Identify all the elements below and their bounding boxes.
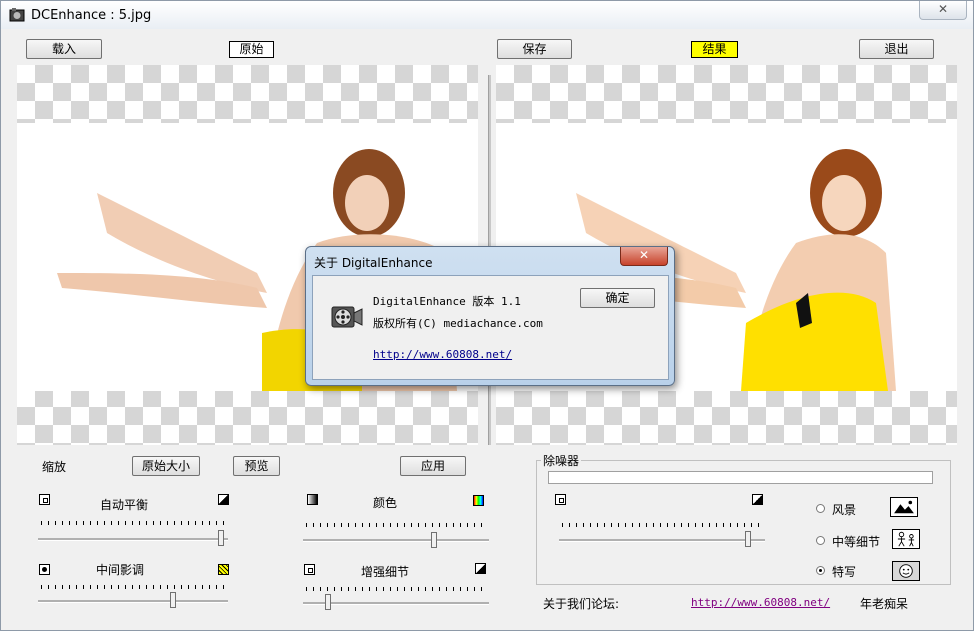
- midtone-track: [38, 600, 228, 603]
- midtone-max-icon: [218, 564, 229, 575]
- zoom-label: 缩放: [42, 460, 67, 474]
- enhance-detail-label: 增强细节: [361, 565, 410, 579]
- title-bar: DCEnhance : 5.jpg ✕: [1, 1, 973, 29]
- dialog-link[interactable]: http://www.60808.net/: [373, 348, 512, 361]
- enhance-detail-track: [303, 602, 489, 605]
- auto-balance-track: [38, 538, 228, 541]
- denoise-bar: [548, 471, 933, 484]
- original-size-button[interactable]: 原始大小: [132, 456, 200, 476]
- denoise-max-icon: [752, 494, 763, 505]
- landscape-icon: [890, 497, 918, 517]
- denoise-min-icon: [555, 494, 566, 505]
- color-label: 颜色: [373, 496, 398, 510]
- enhance-detail-min-icon: [304, 564, 315, 575]
- film-reel-icon: [331, 306, 363, 328]
- radio-closeup[interactable]: [816, 566, 825, 575]
- dialog-ok-button[interactable]: 确定: [580, 288, 655, 308]
- color-max-icon: [473, 495, 484, 506]
- author-label: 年老痴呆: [860, 597, 909, 611]
- auto-balance-min-icon: [39, 494, 50, 505]
- midtone-thumb[interactable]: [170, 592, 177, 608]
- dialog-close-button[interactable]: ✕: [620, 247, 668, 266]
- denoise-group-label: 除噪器: [541, 452, 582, 469]
- midtone-label: 中间影调: [96, 563, 145, 577]
- load-button[interactable]: 载入: [26, 39, 102, 59]
- apply-button[interactable]: 应用: [400, 456, 466, 476]
- denoise-thumb[interactable]: [745, 531, 751, 547]
- close-button[interactable]: ✕: [919, 1, 967, 20]
- about-dialog: 关于 DigitalEnhance ✕ DigitalEnhance 版本 1.…: [305, 246, 675, 386]
- enhance-detail-ticks: [306, 587, 488, 591]
- enhance-detail-max-icon: [475, 563, 486, 574]
- app-icon: [9, 8, 25, 22]
- color-ticks: [306, 523, 488, 527]
- enhance-detail-thumb[interactable]: [324, 594, 331, 610]
- save-button[interactable]: 保存: [497, 39, 572, 59]
- face-icon: [892, 561, 920, 581]
- color-min-icon: [307, 494, 318, 505]
- window-title: DCEnhance : 5.jpg: [31, 8, 152, 23]
- dialog-copyright-text: 版权所有(C) mediachance.com: [373, 317, 543, 330]
- exit-button[interactable]: 退出: [859, 39, 934, 59]
- auto-balance-label: 自动平衡: [100, 498, 149, 512]
- forum-label: 关于我们论坛:: [543, 597, 620, 611]
- dialog-version-text: DigitalEnhance 版本 1.1: [373, 295, 521, 308]
- radio-closeup-label[interactable]: 特写: [832, 563, 856, 580]
- forum-link[interactable]: http://www.60808.net/: [691, 596, 830, 609]
- radio-landscape-label[interactable]: 风景: [832, 501, 856, 518]
- auto-balance-ticks: [41, 521, 227, 525]
- people-icon: [892, 529, 920, 549]
- radio-medium-detail[interactable]: [816, 536, 825, 545]
- auto-balance-max-icon: [218, 494, 229, 505]
- color-thumb[interactable]: [430, 532, 437, 548]
- radio-landscape[interactable]: [816, 504, 825, 513]
- color-track: [303, 539, 489, 542]
- denoise-track: [559, 539, 765, 542]
- midtone-ticks: [41, 585, 227, 589]
- preview-button[interactable]: 预览: [233, 456, 280, 476]
- midtone-min-icon: [39, 564, 50, 575]
- result-label-badge: 结果: [691, 41, 738, 58]
- radio-medium-detail-label[interactable]: 中等细节: [832, 533, 880, 550]
- dialog-title: 关于 DigitalEnhance: [314, 256, 433, 270]
- denoise-ticks: [562, 523, 762, 527]
- original-label-badge: 原始: [229, 41, 274, 58]
- dialog-body: DigitalEnhance 版本 1.1 版权所有(C) mediachanc…: [312, 275, 669, 380]
- auto-balance-thumb[interactable]: [218, 530, 225, 546]
